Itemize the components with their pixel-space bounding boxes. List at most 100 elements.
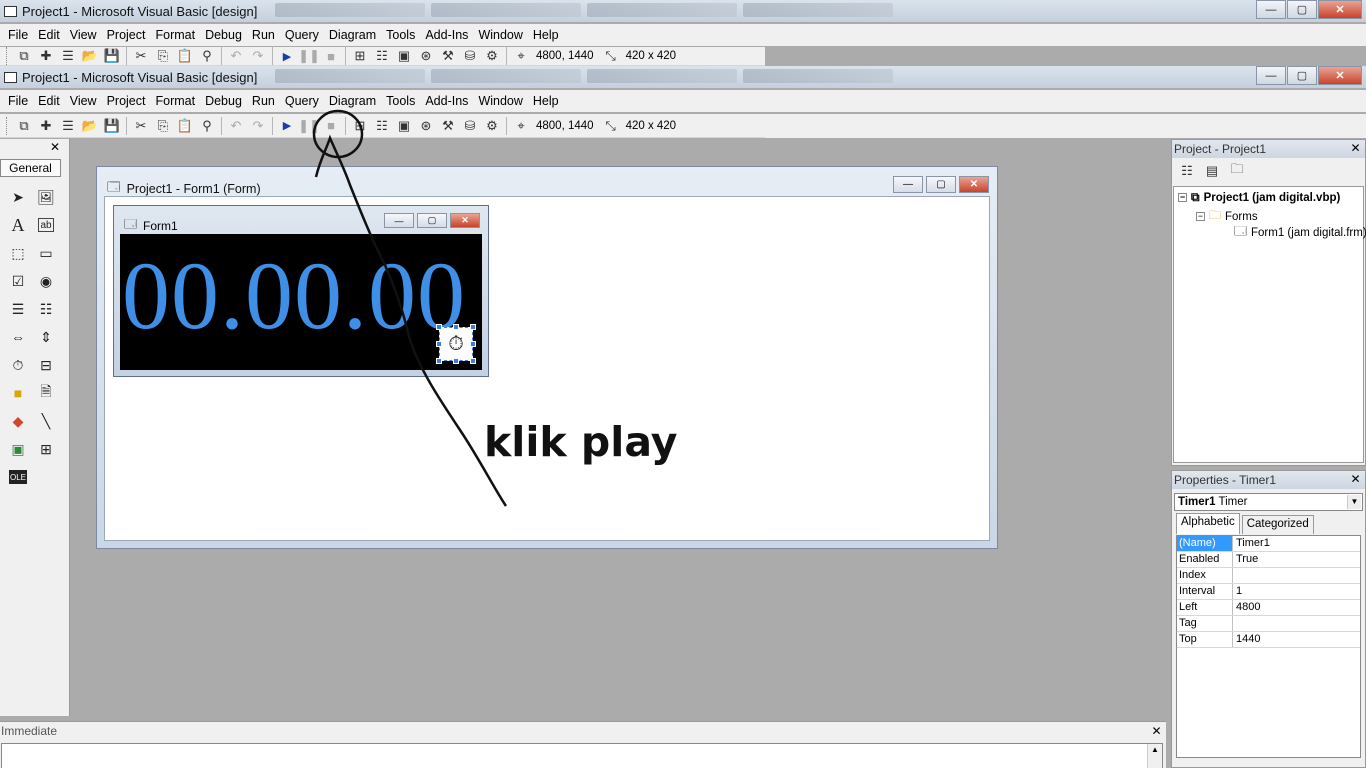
paste-icon[interactable]: 📋 xyxy=(174,116,196,136)
find-icon[interactable]: ⚲ xyxy=(196,116,218,136)
property-row[interactable]: Index xyxy=(1177,568,1360,584)
optionbutton-icon[interactable]: ◉ xyxy=(32,267,60,295)
data-view-icon[interactable]: ⛁ xyxy=(459,47,481,65)
project-explorer-icon[interactable]: ⊞ xyxy=(349,116,371,136)
break-icon[interactable]: ❚❚ xyxy=(298,47,320,65)
minimize-icon[interactable]: — xyxy=(893,176,923,193)
add-form-icon[interactable]: ✚ xyxy=(35,116,57,136)
combobox-icon[interactable]: ☰ xyxy=(4,295,32,323)
object-browser-icon[interactable]: ⊛ xyxy=(415,116,437,136)
view-code-icon[interactable]: ☷ xyxy=(1176,161,1198,181)
filelistbox-icon[interactable]: 🗎 xyxy=(32,379,60,407)
image-icon[interactable]: ▣ xyxy=(4,435,32,463)
dirlistbox-icon[interactable]: ■ xyxy=(4,379,32,407)
bg-menu-window[interactable]: Window xyxy=(473,28,527,42)
maximize-icon[interactable]: ▢ xyxy=(1287,0,1317,19)
collapse-icon[interactable]: − xyxy=(1196,212,1205,221)
close-icon[interactable]: ✕ xyxy=(959,176,989,193)
bg-menu-format[interactable]: Format xyxy=(150,28,200,42)
end-icon[interactable]: ■ xyxy=(320,47,342,65)
properties-window-icon[interactable]: ☷ xyxy=(371,47,393,65)
selection-handle[interactable] xyxy=(470,324,476,330)
view-object-icon[interactable]: ▤ xyxy=(1201,161,1223,181)
scrollbar[interactable]: ▲ xyxy=(1147,744,1162,768)
redo-icon[interactable]: ↷ xyxy=(247,116,269,136)
object-selector[interactable]: Timer1 Timer ▼ xyxy=(1174,493,1363,511)
add-project-icon[interactable]: ⧉ xyxy=(13,47,35,65)
property-row[interactable]: Left 4800 xyxy=(1177,600,1360,616)
bg-menu-debug[interactable]: Debug xyxy=(200,28,247,42)
menu-edit[interactable]: Edit xyxy=(33,94,65,108)
bg-menu-file[interactable]: File xyxy=(3,28,33,42)
close-icon[interactable]: ✕ xyxy=(1150,725,1163,738)
vscrollbar-icon[interactable]: ⇕ xyxy=(32,323,60,351)
open-icon[interactable]: 📂 xyxy=(79,47,101,65)
menu-run[interactable]: Run xyxy=(247,94,280,108)
immediate-input[interactable]: ▲ xyxy=(1,743,1163,768)
menu-window[interactable]: Window xyxy=(473,94,527,108)
properties-window-icon[interactable]: ☷ xyxy=(371,116,393,136)
menu-editor-icon[interactable]: ☰ xyxy=(57,47,79,65)
picturebox-icon[interactable]: 🖼 xyxy=(32,183,60,211)
component-manager-icon[interactable]: ⚙ xyxy=(481,116,503,136)
start-icon[interactable]: ▶ xyxy=(276,47,298,65)
form1[interactable]: 🗔 Form1 — ▢ ✕ 00.00.00 ⏱ xyxy=(113,205,489,377)
save-icon[interactable]: 💾 xyxy=(101,116,123,136)
bg-menu-help[interactable]: Help xyxy=(528,28,564,42)
component-manager-icon[interactable]: ⚙ xyxy=(481,47,503,65)
minimize-icon[interactable]: — xyxy=(1256,0,1286,19)
toolbox-tab-general[interactable]: General xyxy=(0,159,61,177)
close-icon[interactable]: ✕ xyxy=(1349,142,1362,155)
add-form-icon[interactable]: ✚ xyxy=(35,47,57,65)
menu-debug[interactable]: Debug xyxy=(200,94,247,108)
menu-tools[interactable]: Tools xyxy=(381,94,420,108)
selection-handle[interactable] xyxy=(470,358,476,364)
listbox-icon[interactable]: ☷ xyxy=(32,295,60,323)
tab-categorized[interactable]: Categorized xyxy=(1241,515,1314,534)
menu-format[interactable]: Format xyxy=(150,94,200,108)
property-row[interactable]: Tag xyxy=(1177,616,1360,632)
cut-icon[interactable]: ✂ xyxy=(130,47,152,65)
close-icon[interactable]: ✕ xyxy=(49,141,61,153)
property-row[interactable]: Enabled True xyxy=(1177,552,1360,568)
property-row[interactable]: (Name) Timer1 xyxy=(1177,536,1360,552)
property-row[interactable]: Interval 1 xyxy=(1177,584,1360,600)
form-layout-icon[interactable]: ▣ xyxy=(393,47,415,65)
form-layout-icon[interactable]: ▣ xyxy=(393,116,415,136)
drivelistbox-icon[interactable]: ⊟ xyxy=(32,351,60,379)
menu-add-ins[interactable]: Add-Ins xyxy=(420,94,473,108)
selection-handle[interactable] xyxy=(470,341,476,347)
break-icon[interactable]: ❚❚ xyxy=(298,116,320,136)
selection-handle[interactable] xyxy=(453,324,459,330)
bg-menu-diagram[interactable]: Diagram xyxy=(324,28,381,42)
project-explorer-icon[interactable]: ⊞ xyxy=(349,47,371,65)
property-row[interactable]: Top 1440 xyxy=(1177,632,1360,648)
commandbutton-icon[interactable]: ▭ xyxy=(32,239,60,267)
pointer-icon[interactable]: ➤ xyxy=(4,183,32,211)
bg-menu-add-ins[interactable]: Add-Ins xyxy=(420,28,473,42)
redo-icon[interactable]: ↷ xyxy=(247,47,269,65)
data-view-icon[interactable]: ⛁ xyxy=(459,116,481,136)
selection-handle[interactable] xyxy=(436,341,442,347)
menu-editor-icon[interactable]: ☰ xyxy=(57,116,79,136)
ole-icon[interactable]: OLE xyxy=(9,470,27,484)
close-icon[interactable]: ✕ xyxy=(1318,66,1362,85)
toolbox-icon[interactable]: ⚒ xyxy=(437,47,459,65)
find-icon[interactable]: ⚲ xyxy=(196,47,218,65)
menu-help[interactable]: Help xyxy=(528,94,564,108)
paste-icon[interactable]: 📋 xyxy=(174,47,196,65)
bg-menu-edit[interactable]: Edit xyxy=(33,28,65,42)
form1-body[interactable]: 00.00.00 ⏱ xyxy=(120,234,482,370)
menu-view[interactable]: View xyxy=(65,94,102,108)
menu-query[interactable]: Query xyxy=(280,94,324,108)
checkbox-icon[interactable]: ☑ xyxy=(4,267,32,295)
toggle-folders-icon[interactable]: 🗀 xyxy=(1226,161,1248,181)
toolbox-icon[interactable]: ⚒ xyxy=(437,116,459,136)
selection-handle[interactable] xyxy=(453,358,459,364)
minimize-icon[interactable]: — xyxy=(1256,66,1286,85)
selection-handle[interactable] xyxy=(436,324,442,330)
copy-icon[interactable]: ⎘ xyxy=(152,116,174,136)
bg-menu-view[interactable]: View xyxy=(65,28,102,42)
save-icon[interactable]: 💾 xyxy=(101,47,123,65)
shape-icon[interactable]: ◆ xyxy=(4,407,32,435)
